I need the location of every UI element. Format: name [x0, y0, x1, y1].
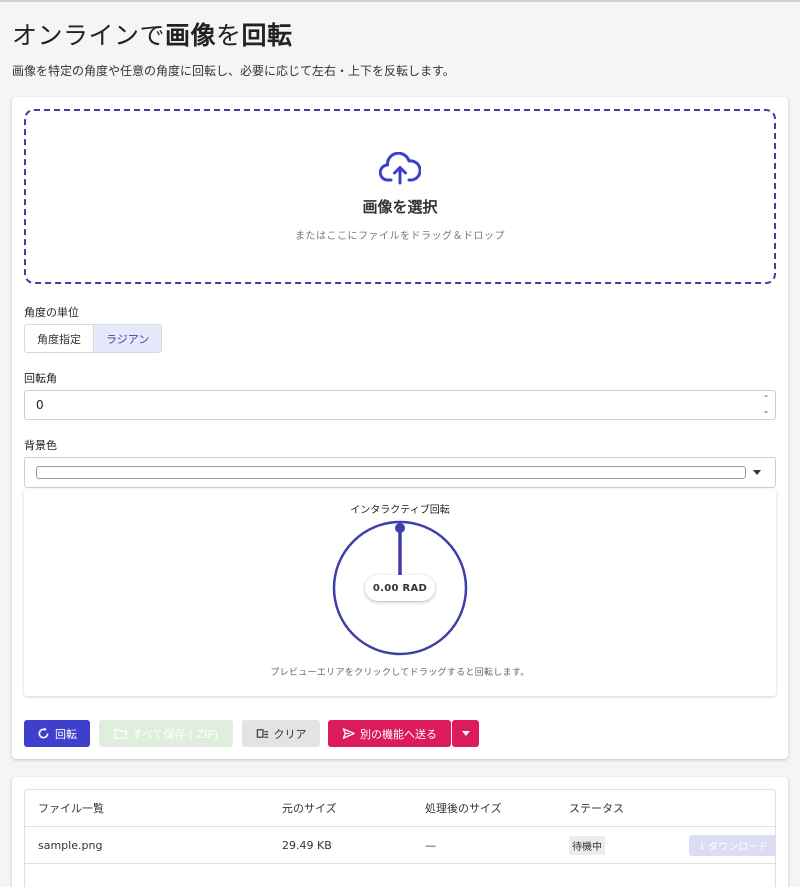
page-title: オンラインで画像を回転: [12, 21, 293, 50]
download-icon: ⤓: [699, 839, 705, 851]
rotation-angle-input[interactable]: 0 ⌃ ⌄: [24, 390, 776, 420]
rotation-angle-value: 0: [36, 398, 44, 412]
interactive-rotation-panel: インタラクティブ回転 0.00 RAD プレビューエリアをクリックしてドラッグす…: [24, 489, 776, 696]
file-list-card: ファイル一覧 元のサイズ 処理後のサイズ ステータス sample.png 29…: [12, 777, 788, 887]
interactive-rotation-hint: プレビューエリアをクリックしてドラッグすると回転します。: [270, 668, 530, 678]
file-processed-size: —: [425, 838, 436, 852]
angle-readout: 0.00 RAD: [365, 575, 435, 601]
header-original-size: 元のサイズ: [282, 802, 337, 815]
rotate-button[interactable]: 回転: [24, 720, 90, 747]
angle-unit-label: 角度の単位: [24, 306, 79, 319]
stepper-up-icon[interactable]: ⌃: [763, 394, 770, 404]
status-badge: 待機中: [569, 835, 605, 855]
table-row: sample.png 29.49 KB — 待機中 ⤓ ダウンロード: [25, 827, 775, 864]
caret-down-icon: [461, 731, 470, 736]
background-color-label: 背景色: [24, 439, 57, 452]
file-table-header: ファイル一覧 元のサイズ 処理後のサイズ ステータス: [25, 790, 775, 827]
clear-list-icon: [256, 729, 268, 738]
header-status: ステータス: [569, 802, 624, 815]
image-dropzone[interactable]: 画像を選択 またはここにファイルをドラッグ＆ドロップ: [24, 109, 776, 284]
angle-unit-degrees-option[interactable]: 角度指定: [25, 325, 93, 352]
header-processed-size: 処理後のサイズ: [425, 802, 502, 815]
rotation-angle-label: 回転角: [24, 372, 57, 385]
angle-unit-toggle: 角度指定 ラジアン: [24, 324, 163, 353]
header-file-list: ファイル一覧: [38, 802, 104, 815]
rotate-icon: [38, 727, 49, 739]
interactive-rotation-title: インタラクティブ回転: [350, 505, 450, 516]
dropzone-title: 画像を選択: [362, 197, 438, 216]
file-original-size: 29.49 KB: [282, 838, 332, 852]
send-to-feature-dropdown-button[interactable]: [452, 720, 479, 747]
send-icon: [342, 728, 355, 739]
stepper-down-icon[interactable]: ⌄: [763, 406, 770, 416]
clear-button[interactable]: クリア: [242, 720, 320, 747]
background-color-swatch: [36, 466, 746, 479]
dropzone-subtitle: またはここにファイルをドラッグ＆ドロップ: [295, 230, 505, 242]
rotate-tool-card: 画像を選択 またはここにファイルをドラッグ＆ドロップ 角度の単位 角度指定 ラジ…: [12, 97, 788, 759]
rotation-angle-stepper[interactable]: ⌃ ⌄: [761, 394, 771, 416]
folder-zip-icon: [113, 729, 127, 739]
chevron-down-icon: [753, 470, 761, 475]
file-table: ファイル一覧 元のサイズ 処理後のサイズ ステータス sample.png 29…: [24, 789, 776, 887]
save-all-zip-button[interactable]: すべて保存 (.ZIP): [99, 720, 233, 747]
file-name: sample.png: [38, 838, 103, 852]
angle-unit-radians-option[interactable]: ラジアン: [93, 325, 162, 352]
background-color-select[interactable]: [24, 457, 776, 488]
page-description: 画像を特定の角度や任意の角度に回転し、必要に応じて左右・上下を反転します。: [12, 64, 455, 78]
dial-handle: [395, 523, 405, 533]
download-button[interactable]: ⤓ ダウンロード: [689, 834, 775, 856]
cloud-upload-icon: [379, 151, 421, 184]
send-to-feature-button[interactable]: 別の機能へ送る: [328, 720, 451, 747]
